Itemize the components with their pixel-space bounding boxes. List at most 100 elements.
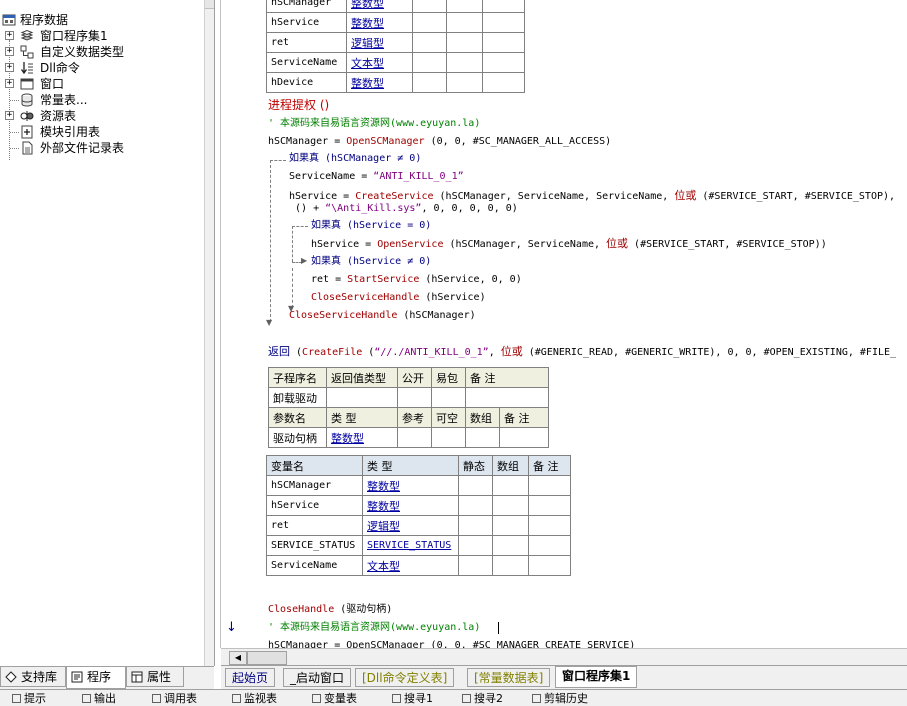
code-line[interactable]: hSCManager = OpenSCManager (0, 0, #SC_MA… [268, 640, 635, 648]
code-line[interactable]: CloseServiceHandle (hSCManager) [289, 310, 476, 322]
table-row[interactable]: 卸载驱动 [268, 387, 549, 408]
var-name-cell[interactable]: hSCManager [266, 0, 347, 13]
param-name-cell[interactable]: 驱动句柄 [268, 427, 327, 448]
table-row[interactable]: ServiceName 文本型 [266, 52, 525, 73]
tree-item-module-refs[interactable]: 模块引用表 [0, 124, 200, 140]
tab-program[interactable]: 程序 [66, 667, 126, 689]
tab-clip-history[interactable]: 剪辑历史 [530, 692, 588, 706]
code-line[interactable]: CloseHandle (驱动句柄) [268, 604, 392, 616]
table-row[interactable]: ServiceName 文本型 [266, 555, 571, 576]
code-line[interactable]: 返回 (CreateFile (“//./ANTI_KILL_0_1”, 位或 … [268, 346, 896, 359]
column-header: 返回值类型 [326, 367, 398, 388]
scroll-left-icon[interactable]: ◀ [229, 651, 247, 665]
text-caret [498, 622, 499, 634]
code-line[interactable]: hSCManager = OpenSCManager (0, 0, #SC_MA… [268, 136, 611, 148]
current-line-arrow-icon: ↓ [226, 620, 237, 635]
code-line[interactable]: hService = CreateService (hSCManager, Se… [289, 190, 895, 203]
tree-vertical-scrollbar[interactable] [204, 0, 214, 666]
tab-dll-definitions[interactable]: [Dll命令定义表] [355, 668, 455, 687]
tab-search-1[interactable]: 搜寻1 [390, 692, 433, 706]
scroll-thumb[interactable] [247, 651, 287, 665]
tree-item-external-files[interactable]: 外部文件记录表 [0, 140, 200, 156]
var-name-cell[interactable]: ServiceName [266, 52, 347, 73]
tree-root-program-data[interactable]: 程序数据 [0, 12, 200, 28]
var-name-cell[interactable]: ret [266, 32, 347, 53]
var-type-cell[interactable]: 整数型 [346, 72, 413, 93]
tree-item-dll-commands[interactable]: + Dll命令 [0, 60, 200, 76]
table-row[interactable]: 驱动句柄 整数型 [268, 427, 549, 448]
comment-line[interactable]: ' 本源码来自易语言资源网(www.eyuyan.la) [268, 118, 480, 130]
tree-item-label: 窗口 [40, 77, 65, 91]
tree-item-label: 外部文件记录表 [40, 141, 125, 155]
support-library-icon [5, 671, 17, 683]
tab-support-library[interactable]: 支持库 [0, 667, 66, 687]
var-type-cell[interactable]: 整数型 [362, 475, 459, 496]
table-row[interactable]: ret 逻辑型 [266, 32, 525, 53]
table-row[interactable]: ret 逻辑型 [266, 515, 571, 536]
table-row[interactable]: hSCManager 整数型 [266, 0, 525, 13]
tab-search-2[interactable]: 搜寻2 [460, 692, 503, 706]
editor-horizontal-scrollbar[interactable]: ◀ [221, 648, 907, 665]
var-name-cell[interactable]: SERVICE_STATUS [266, 535, 363, 556]
tab-output[interactable]: 输出 [80, 692, 116, 706]
tab-label: 支持库 [21, 670, 58, 684]
left-panel-tabs: 支持库 程序 属性 [0, 666, 214, 689]
subroutine-name-cell[interactable]: 卸载驱动 [268, 387, 327, 408]
var-name-cell[interactable]: hService [266, 495, 363, 516]
var-type-cell[interactable]: 逻辑型 [362, 515, 459, 536]
tab-watch[interactable]: 监视表 [230, 692, 277, 706]
code-line[interactable]: hService = OpenService (hSCManager, Serv… [311, 238, 827, 251]
tab-window-assembly[interactable]: 窗口程序集1 [555, 666, 638, 688]
var-type-cell[interactable]: SERVICE_STATUS [362, 535, 459, 556]
code-line[interactable]: 如果真 (hSCManager ≠ 0) [289, 153, 421, 165]
table-row[interactable]: hSCManager 整数型 [266, 475, 571, 496]
tab-constants-table[interactable]: [常量数据表] [467, 668, 551, 687]
var-name-cell[interactable]: hDevice [266, 72, 347, 93]
code-line[interactable]: ret = StartService (hService, 0, 0) [311, 274, 522, 286]
call-stack-icon [152, 694, 161, 703]
tab-call-stack[interactable]: 调用表 [150, 692, 197, 706]
expand-icon[interactable]: + [5, 63, 14, 72]
var-type-cell[interactable]: 文本型 [362, 555, 459, 576]
column-header: 参考 [397, 407, 432, 428]
table-row[interactable]: hService 整数型 [266, 495, 571, 516]
tree-item-constants[interactable]: 常量表... [0, 92, 200, 108]
tree-item-custom-types[interactable]: + 自定义数据类型 [0, 44, 200, 60]
tree-item-window-assembly[interactable]: + 窗口程序集1 [0, 28, 200, 44]
tab-properties[interactable]: 属性 [126, 667, 184, 687]
var-type-cell[interactable]: 整数型 [362, 495, 459, 516]
expand-icon[interactable]: + [5, 47, 14, 56]
tab-hints[interactable]: 提示 [10, 692, 46, 706]
var-name-cell[interactable]: ServiceName [266, 555, 363, 576]
param-type-cell[interactable]: 整数型 [326, 427, 398, 448]
tree-item-resources[interactable]: + 资源表 [0, 108, 200, 124]
table-row[interactable]: SERVICE_STATUS SERVICE_STATUS [266, 535, 571, 556]
code-line[interactable]: 进程提权 () [268, 99, 329, 111]
var-type-cell[interactable]: 逻辑型 [346, 32, 413, 53]
code-line[interactable]: () + “\Anti_Kill.sys”, 0, 0, 0, 0, 0) [289, 203, 518, 215]
code-line[interactable]: CloseServiceHandle (hService) [311, 292, 486, 304]
var-type-cell[interactable]: 文本型 [346, 52, 413, 73]
table-row[interactable]: hDevice 整数型 [266, 72, 525, 93]
tab-start-page[interactable]: 起始页 [225, 668, 276, 687]
column-header: 备 注 [465, 367, 549, 388]
column-header: 参数名 [268, 407, 327, 428]
var-name-cell[interactable]: ret [266, 515, 363, 536]
code-line[interactable]: 如果真 (hService = 0) [311, 220, 431, 232]
assembly-icon [20, 29, 34, 41]
code-line[interactable]: 如果真 (hService ≠ 0) [311, 256, 431, 268]
var-type-cell[interactable]: 整数型 [346, 0, 413, 13]
tab-variables[interactable]: 变量表 [310, 692, 357, 706]
expand-icon[interactable]: + [5, 79, 14, 88]
clipboard-icon [532, 694, 541, 703]
expand-icon[interactable]: + [5, 111, 14, 120]
var-type-cell[interactable]: 整数型 [346, 12, 413, 33]
code-line[interactable]: ServiceName = “ANTI_KILL_0_1” [289, 171, 464, 183]
var-name-cell[interactable]: hSCManager [266, 475, 363, 496]
comment-line[interactable]: ' 本源码来自易语言资源网(www.eyuyan.la) [268, 622, 480, 634]
tab-startup-window[interactable]: _启动窗口 [283, 668, 352, 687]
table-row[interactable]: hService 整数型 [266, 12, 525, 33]
var-name-cell[interactable]: hService [266, 12, 347, 33]
tree-item-window[interactable]: + 窗口 [0, 76, 200, 92]
expand-icon[interactable]: + [5, 31, 14, 40]
